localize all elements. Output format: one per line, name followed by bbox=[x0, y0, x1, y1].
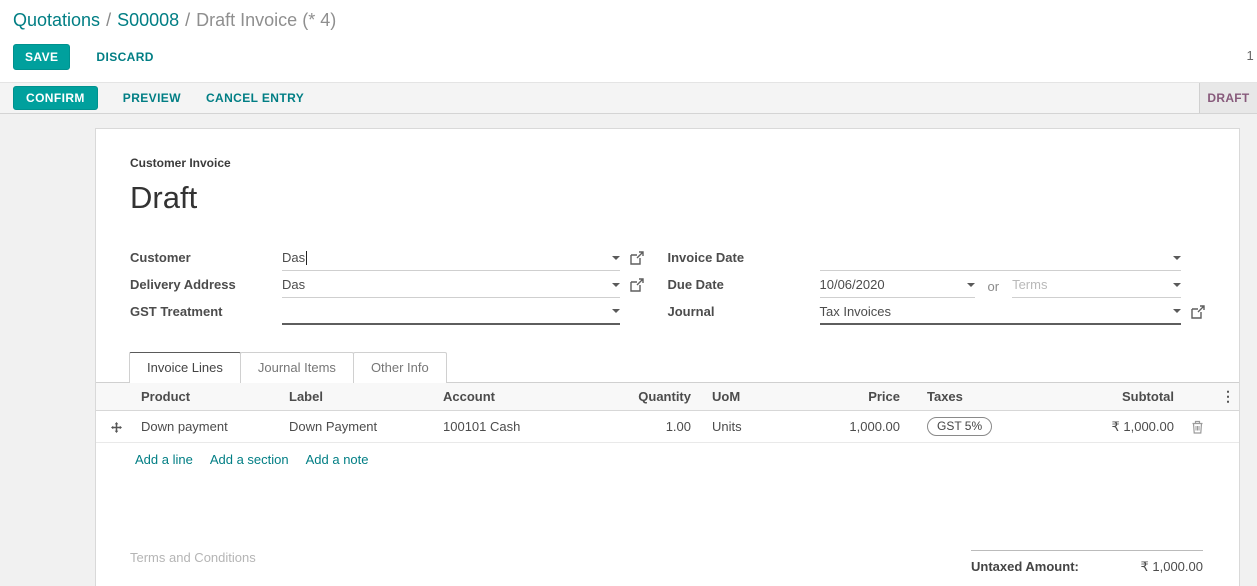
chevron-down-icon[interactable] bbox=[612, 256, 620, 260]
customer-field[interactable]: Das bbox=[282, 247, 620, 271]
external-link-icon[interactable] bbox=[1191, 305, 1205, 319]
cell-price[interactable]: 1,000.00 bbox=[791, 411, 905, 443]
invoice-date-field[interactable] bbox=[820, 247, 1182, 271]
col-header-taxes[interactable]: Taxes bbox=[905, 383, 1079, 411]
external-link-icon[interactable] bbox=[630, 278, 644, 292]
statusbar: CONFIRM PREVIEW CANCEL ENTRY DRAFT bbox=[0, 82, 1257, 114]
cell-subtotal: ₹ 1,000.00 bbox=[1079, 411, 1179, 443]
add-a-section-link[interactable]: Add a section bbox=[210, 452, 289, 467]
chevron-down-icon[interactable] bbox=[612, 283, 620, 287]
terms-and-conditions-input[interactable]: Terms and Conditions bbox=[130, 550, 611, 586]
breadcrumb-s00008[interactable]: S00008 bbox=[117, 10, 179, 30]
col-header-label[interactable]: Label bbox=[284, 383, 438, 411]
tab-journal-items[interactable]: Journal Items bbox=[240, 352, 354, 383]
col-header-product[interactable]: Product bbox=[136, 383, 284, 411]
or-label: or bbox=[988, 279, 1000, 298]
customer-label: Customer bbox=[130, 250, 282, 271]
external-link-icon[interactable] bbox=[630, 251, 644, 265]
col-header-subtotal[interactable]: Subtotal bbox=[1079, 383, 1179, 411]
invoice-lines-table: Product Label Account Quantity UoM Price… bbox=[96, 383, 1239, 443]
table-header-row: Product Label Account Quantity UoM Price… bbox=[96, 383, 1239, 411]
top-header: Quotations / S00008 / Draft Invoice (* 4) SA… bbox=[0, 0, 1257, 82]
col-header-uom[interactable]: UoM bbox=[696, 383, 791, 411]
chevron-down-icon[interactable] bbox=[1173, 309, 1181, 313]
status-badge-draft[interactable]: DRAFT bbox=[1199, 83, 1257, 113]
chevron-down-icon[interactable] bbox=[1173, 283, 1181, 287]
due-date-field[interactable]: 10/06/2020 bbox=[820, 274, 975, 298]
gst-treatment-field[interactable] bbox=[282, 301, 620, 325]
text-caret bbox=[306, 251, 307, 265]
breadcrumb: Quotations / S00008 / Draft Invoice (* 4) bbox=[13, 10, 1257, 31]
discard-button[interactable]: DISCARD bbox=[96, 50, 153, 64]
cell-quantity[interactable]: 1.00 bbox=[618, 411, 696, 443]
notebook-tabs: Invoice Lines Journal Items Other Info bbox=[96, 352, 1239, 383]
cell-uom[interactable]: Units bbox=[696, 411, 791, 443]
col-header-quantity[interactable]: Quantity bbox=[618, 383, 696, 411]
tab-invoice-lines[interactable]: Invoice Lines bbox=[129, 352, 241, 383]
drag-handle-icon[interactable] bbox=[110, 421, 123, 434]
breadcrumb-separator: / bbox=[106, 10, 111, 30]
chevron-down-icon[interactable] bbox=[967, 283, 975, 287]
add-a-line-link[interactable]: Add a line bbox=[135, 452, 193, 467]
untaxed-amount-row: Untaxed Amount: ₹ 1,000.00 bbox=[971, 555, 1203, 585]
totals-panel: Untaxed Amount: ₹ 1,000.00 SGST: ₹ 25.00 bbox=[971, 550, 1203, 586]
table-row[interactable]: Down payment Down Payment 100101 Cash 1.… bbox=[96, 411, 1239, 443]
cell-product[interactable]: Down payment bbox=[136, 411, 284, 443]
delivery-address-label: Delivery Address bbox=[130, 277, 282, 298]
confirm-button[interactable]: CONFIRM bbox=[13, 86, 98, 110]
cell-account[interactable]: 100101 Cash bbox=[438, 411, 618, 443]
cancel-entry-button[interactable]: CANCEL ENTRY bbox=[206, 91, 304, 105]
list-add-links: Add a line Add a section Add a note bbox=[96, 443, 1239, 476]
journal-field[interactable]: Tax Invoices bbox=[820, 301, 1182, 325]
col-header-price[interactable]: Price bbox=[791, 383, 905, 411]
add-a-note-link[interactable]: Add a note bbox=[306, 452, 369, 467]
chevron-down-icon[interactable] bbox=[1173, 256, 1181, 260]
breadcrumb-current: Draft Invoice (* 4) bbox=[196, 10, 336, 30]
record-pager[interactable]: 1 / bbox=[1247, 48, 1257, 63]
payment-terms-field[interactable]: Terms bbox=[1012, 274, 1181, 298]
document-type-label: Customer Invoice bbox=[130, 156, 1205, 170]
col-header-account[interactable]: Account bbox=[438, 383, 618, 411]
tax-badge[interactable]: GST 5% bbox=[927, 417, 992, 436]
gst-treatment-label: GST Treatment bbox=[130, 304, 282, 325]
breadcrumb-separator: / bbox=[185, 10, 190, 30]
chevron-down-icon[interactable] bbox=[612, 309, 620, 313]
delivery-address-field[interactable]: Das bbox=[282, 274, 620, 298]
preview-button[interactable]: PREVIEW bbox=[123, 91, 181, 105]
invoice-date-label: Invoice Date bbox=[668, 250, 820, 271]
invoice-form-sheet: Customer Invoice Draft Customer Das Deli… bbox=[95, 128, 1240, 586]
delete-row-icon[interactable] bbox=[1191, 420, 1204, 434]
journal-label: Journal bbox=[668, 304, 820, 325]
cell-label[interactable]: Down Payment bbox=[284, 411, 438, 443]
tab-other-info[interactable]: Other Info bbox=[353, 352, 447, 383]
breadcrumb-quotations[interactable]: Quotations bbox=[13, 10, 100, 30]
page-title: Draft bbox=[130, 180, 1205, 216]
save-button[interactable]: SAVE bbox=[13, 44, 70, 70]
optional-columns-icon[interactable]: ⋮ bbox=[1221, 388, 1235, 404]
due-date-label: Due Date bbox=[668, 277, 820, 298]
